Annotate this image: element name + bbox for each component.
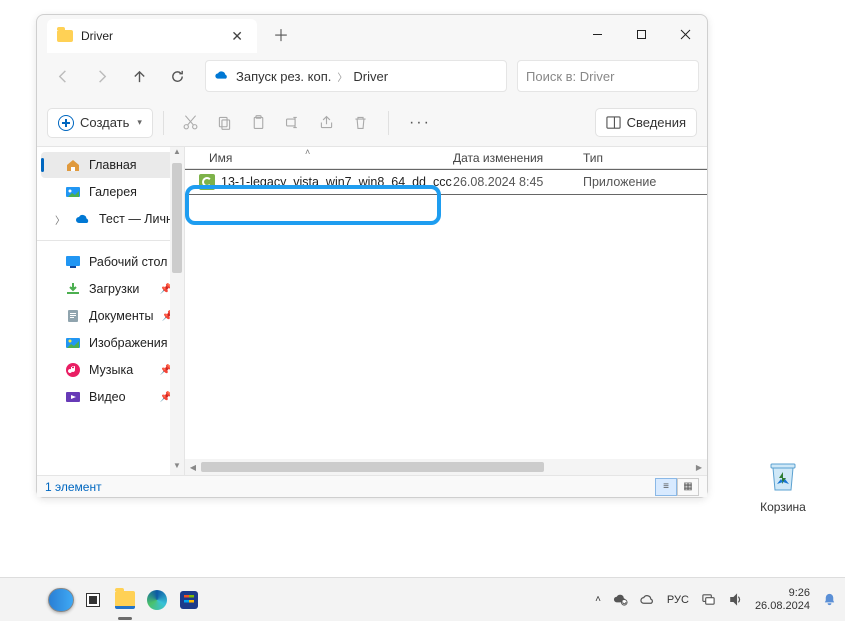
sidebar-scrollbar[interactable]: ▲▼ xyxy=(170,147,184,475)
sidebar-item-pictures[interactable]: Изображения 📌 xyxy=(41,330,180,356)
copy-button[interactable] xyxy=(208,106,242,140)
videos-icon xyxy=(65,389,81,405)
breadcrumb-separator: 〉 xyxy=(337,69,347,84)
recycle-bin-label: Корзина xyxy=(751,500,815,514)
downloads-icon xyxy=(65,281,81,297)
recycle-bin-icon xyxy=(763,456,803,496)
taskbar-store[interactable] xyxy=(176,587,202,613)
recycle-bin[interactable]: Корзина xyxy=(751,456,815,514)
explorer-window: Driver ✕ ＋ Запуск рез. коп. 〉 Driver Пои… xyxy=(36,14,708,498)
window-tab[interactable]: Driver ✕ xyxy=(47,19,257,53)
home-icon xyxy=(65,157,81,173)
system-tray: ˄ РУС 9:26 26.08.2024 xyxy=(595,587,837,613)
new-tab-button[interactable]: ＋ xyxy=(265,22,297,46)
music-icon xyxy=(65,362,81,378)
nav-row: Запуск рез. коп. 〉 Driver Поиск в: Drive… xyxy=(37,53,707,99)
column-type[interactable]: Тип xyxy=(583,151,707,165)
sort-asc-icon: ˄ xyxy=(305,147,310,157)
file-modified: 26.08.2024 8:45 xyxy=(453,175,583,189)
chevron-down-icon: ▾ xyxy=(137,117,142,128)
maximize-button[interactable] xyxy=(619,15,663,53)
sidebar-item-music[interactable]: Музыка 📌 xyxy=(41,357,180,383)
file-row[interactable]: 13-1-legacy_vista_win7_win8_64_dd_ccc 26… xyxy=(185,169,707,195)
tab-title: Driver xyxy=(81,29,219,43)
taskbar-taskview[interactable] xyxy=(80,587,106,613)
onedrive-icon xyxy=(214,68,230,84)
folder-icon xyxy=(57,30,73,42)
create-label: Создать xyxy=(80,115,129,130)
sidebar: Главная Галерея 〉 Тест — Личное Рабочий … xyxy=(37,147,185,475)
search-input[interactable]: Поиск в: Driver xyxy=(517,60,699,92)
view-icons-button[interactable]: ▦ xyxy=(677,478,699,496)
address-bar[interactable]: Запуск рез. коп. 〉 Driver xyxy=(205,60,507,92)
titlebar: Driver ✕ ＋ xyxy=(37,15,707,53)
file-type: Приложение xyxy=(583,175,707,189)
tray-overflow-button[interactable]: ˄ xyxy=(595,594,601,605)
pictures-icon xyxy=(65,335,81,351)
status-text: 1 элемент xyxy=(45,480,102,494)
file-name: 13-1-legacy_vista_win7_win8_64_dd_ccc xyxy=(221,175,452,189)
app-icon xyxy=(199,174,215,190)
tab-close-button[interactable]: ✕ xyxy=(227,28,247,45)
language-indicator[interactable]: РУС xyxy=(667,594,689,606)
taskbar-widgets[interactable] xyxy=(48,587,74,613)
details-label: Сведения xyxy=(627,115,686,130)
gallery-icon xyxy=(65,184,81,200)
forward-button[interactable] xyxy=(83,58,119,94)
sidebar-item-documents[interactable]: Документы 📌 xyxy=(41,303,180,329)
chevron-right-icon[interactable]: 〉 xyxy=(55,212,65,227)
column-headers: ˄Имя Дата изменения Тип xyxy=(185,147,707,169)
share-button[interactable] xyxy=(310,106,344,140)
sidebar-item-onedrive[interactable]: 〉 Тест — Личное xyxy=(41,206,180,232)
column-modified[interactable]: Дата изменения xyxy=(453,151,583,165)
sidebar-item-home[interactable]: Главная xyxy=(41,152,180,178)
details-pane-button[interactable]: Сведения xyxy=(595,108,697,137)
back-button[interactable] xyxy=(45,58,81,94)
create-button[interactable]: Создать ▾ xyxy=(47,108,153,138)
notifications-icon[interactable] xyxy=(822,592,837,607)
breadcrumb-root[interactable]: Запуск рез. коп. xyxy=(236,69,331,84)
minimize-button[interactable] xyxy=(575,15,619,53)
status-bar: 1 элемент ≡ ▦ xyxy=(37,475,707,497)
desktop-icon xyxy=(65,254,81,270)
cloud-icon xyxy=(75,211,91,227)
taskbar: ˄ РУС 9:26 26.08.2024 xyxy=(0,577,845,621)
time-text: 9:26 xyxy=(755,587,810,600)
view-details-button[interactable]: ≡ xyxy=(655,478,677,496)
sidebar-item-gallery[interactable]: Галерея xyxy=(41,179,180,205)
sidebar-item-downloads[interactable]: Загрузки 📌 xyxy=(41,276,180,302)
refresh-button[interactable] xyxy=(159,58,195,94)
date-text: 26.08.2024 xyxy=(755,600,810,613)
paste-button[interactable] xyxy=(242,106,276,140)
details-icon xyxy=(606,115,621,130)
sidebar-item-videos[interactable]: Видео 📌 xyxy=(41,384,180,410)
volume-icon[interactable] xyxy=(728,592,743,607)
taskbar-edge[interactable] xyxy=(144,587,170,613)
delete-button[interactable] xyxy=(344,106,378,140)
onedrive-tray-icon[interactable] xyxy=(640,592,655,607)
cut-button[interactable] xyxy=(174,106,208,140)
plus-icon xyxy=(58,115,74,131)
horizontal-scrollbar[interactable]: ◀▶ xyxy=(185,459,707,475)
toolbar: Создать ▾ ··· Сведения xyxy=(37,99,707,147)
up-button[interactable] xyxy=(121,58,157,94)
rename-button[interactable] xyxy=(276,106,310,140)
breadcrumb-current[interactable]: Driver xyxy=(353,69,388,84)
column-name[interactable]: ˄Имя xyxy=(185,151,453,165)
close-button[interactable] xyxy=(663,15,707,53)
onedrive-sync-icon[interactable] xyxy=(613,592,628,607)
taskbar-explorer[interactable] xyxy=(112,587,138,613)
file-list-pane: ˄Имя Дата изменения Тип 13-1-legacy_vist… xyxy=(185,147,707,475)
documents-icon xyxy=(65,308,81,324)
sidebar-item-desktop[interactable]: Рабочий стол 📌 xyxy=(41,249,180,275)
network-icon[interactable] xyxy=(701,592,716,607)
more-button[interactable]: ··· xyxy=(399,114,441,132)
clock[interactable]: 9:26 26.08.2024 xyxy=(755,587,810,613)
